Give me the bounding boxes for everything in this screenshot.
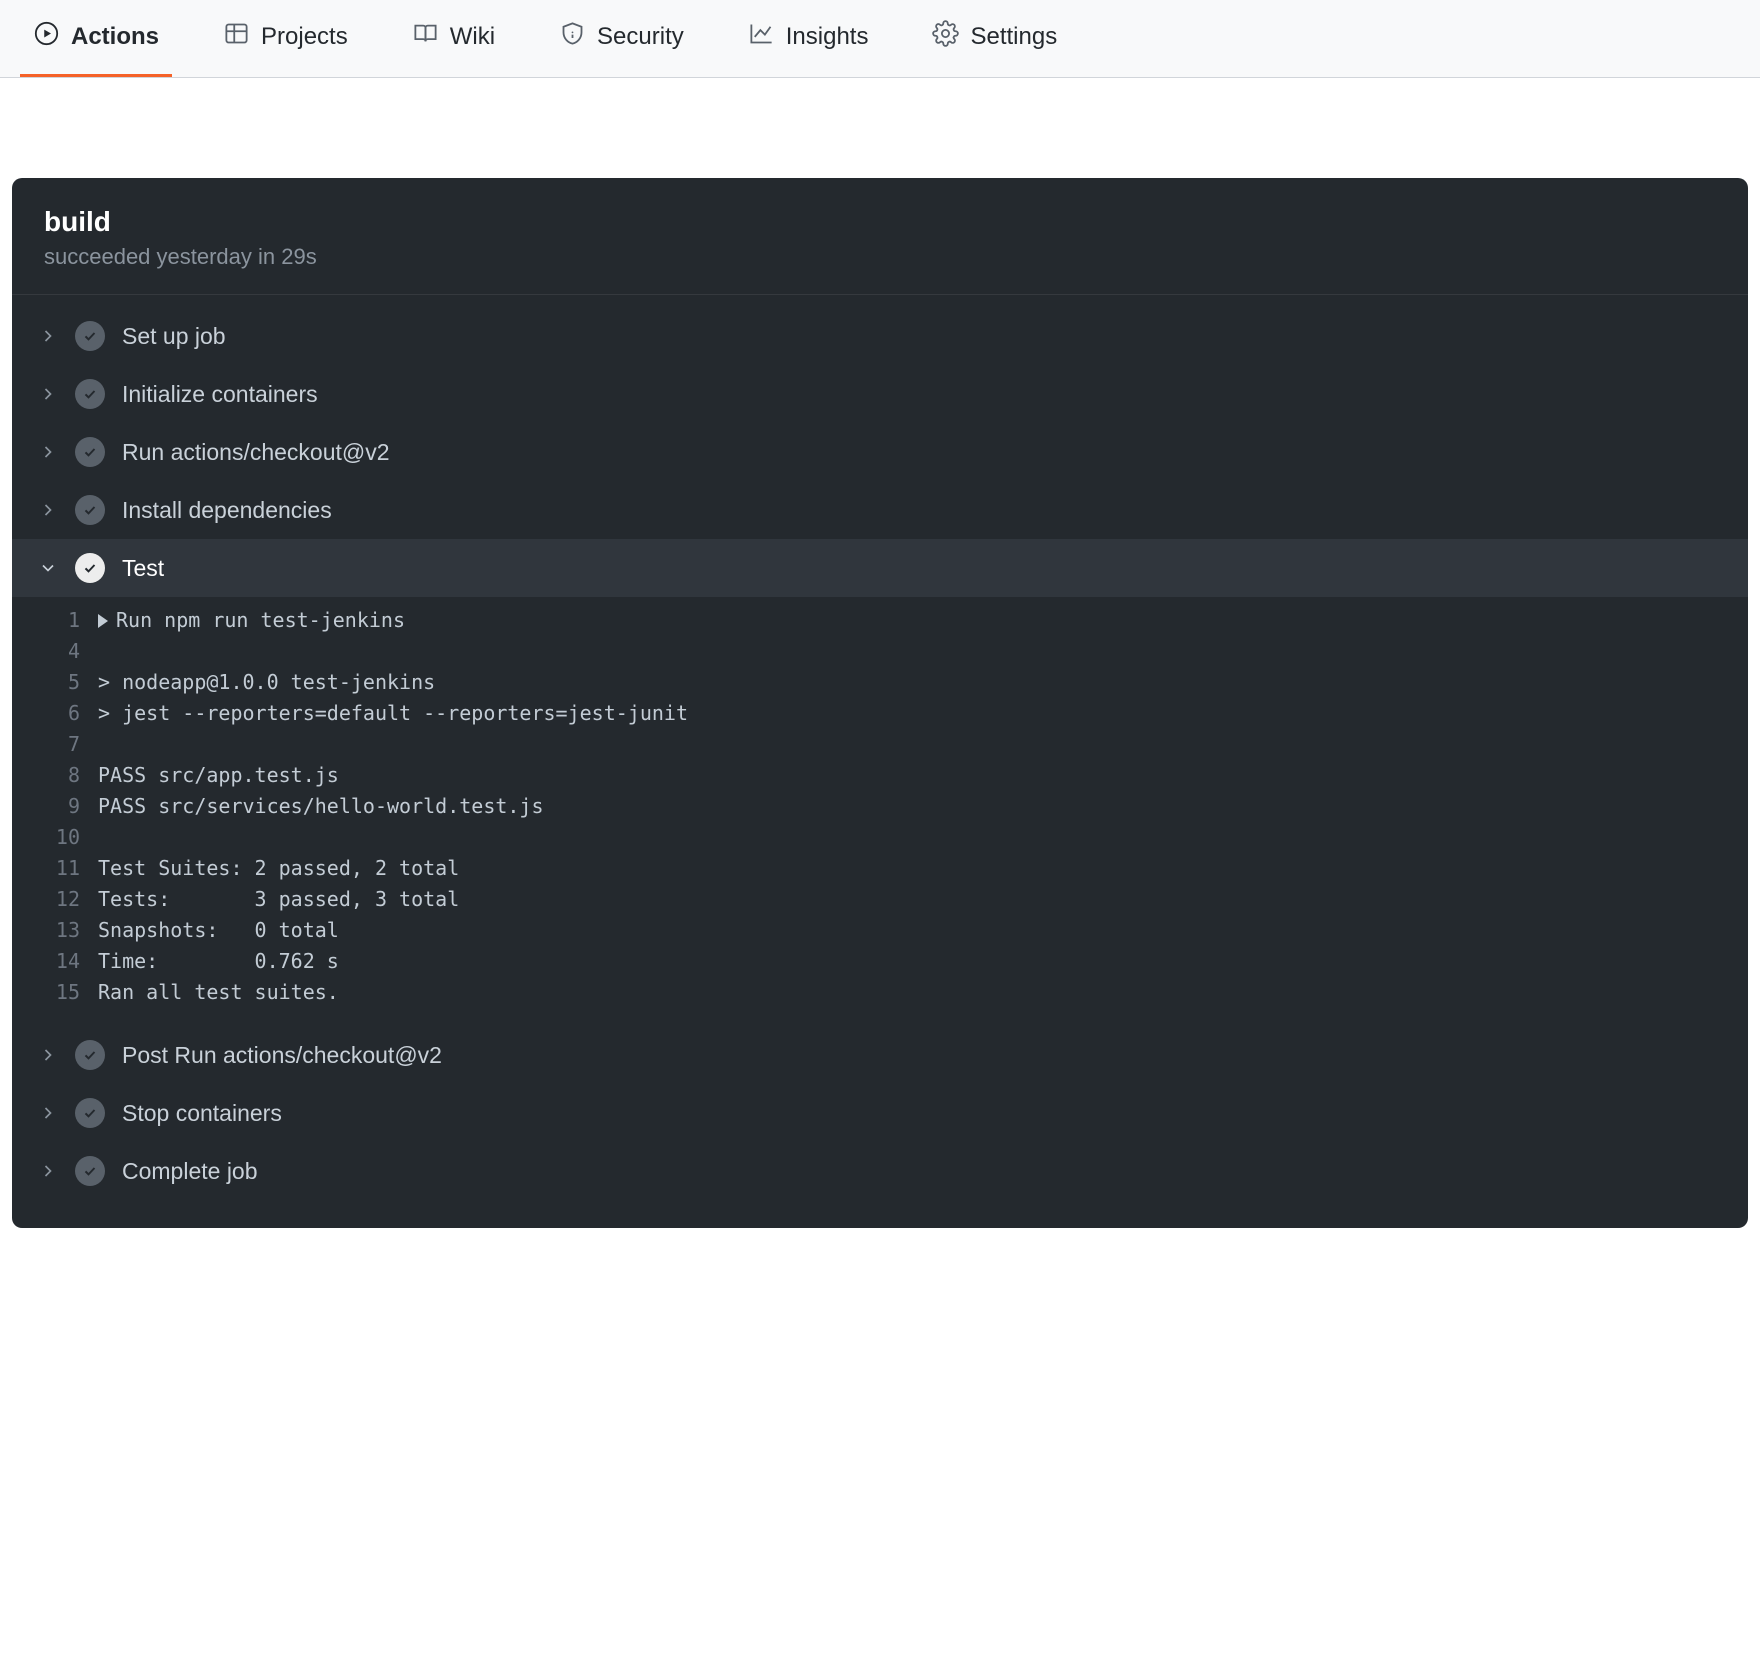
step-list: Set up job Initialize containers Run act… — [12, 295, 1748, 1228]
log-line-number: 10 — [38, 822, 98, 853]
log-line: 14 Time: 0.762 s — [12, 946, 1748, 977]
repo-nav: Actions Projects Wiki Security Insights … — [0, 0, 1760, 78]
log-line: 8 PASS src/app.test.js — [12, 760, 1748, 791]
step-set-up-job[interactable]: Set up job — [12, 307, 1748, 365]
step-label: Install dependencies — [122, 497, 332, 524]
check-circle-icon — [75, 321, 105, 351]
log-line-number: 8 — [38, 760, 98, 791]
shield-icon — [559, 20, 586, 54]
log-line-text: > nodeapp@1.0.0 test-jenkins — [98, 667, 435, 698]
log-line-number: 11 — [38, 853, 98, 884]
check-circle-icon — [75, 1098, 105, 1128]
chevron-right-icon — [38, 1103, 58, 1123]
check-circle-icon — [75, 437, 105, 467]
caret-right-icon — [98, 614, 108, 628]
step-stop-containers[interactable]: Stop containers — [12, 1084, 1748, 1142]
log-line-text: Time: 0.762 s — [98, 946, 339, 977]
job-panel: build succeeded yesterday in 29s Set up … — [12, 178, 1748, 1228]
check-circle-icon — [75, 379, 105, 409]
table-icon — [223, 20, 250, 54]
check-circle-icon — [75, 1040, 105, 1070]
chevron-down-icon — [38, 558, 58, 578]
log-line: 12 Tests: 3 passed, 3 total — [12, 884, 1748, 915]
chevron-right-icon — [38, 326, 58, 346]
log-line: 13 Snapshots: 0 total — [12, 915, 1748, 946]
book-open-icon — [412, 20, 439, 54]
check-circle-icon — [75, 1156, 105, 1186]
step-label: Complete job — [122, 1158, 258, 1185]
log-line-number: 5 — [38, 667, 98, 698]
graph-icon — [748, 20, 775, 54]
log-line-number: 4 — [38, 636, 98, 667]
step-test[interactable]: Test — [12, 539, 1748, 597]
tab-insights[interactable]: Insights — [735, 0, 882, 77]
step-label: Run actions/checkout@v2 — [122, 439, 390, 466]
log-line-number: 15 — [38, 977, 98, 1008]
log-line: 15 Ran all test suites. — [12, 977, 1748, 1008]
tab-label: Wiki — [450, 23, 495, 51]
log-line: 6 > jest --reporters=default --reporters… — [12, 698, 1748, 729]
check-circle-icon — [75, 495, 105, 525]
chevron-right-icon — [38, 442, 58, 462]
log-line-text: Ran all test suites. — [98, 977, 339, 1008]
log-line-number: 1 — [38, 605, 98, 636]
log-line: 5 > nodeapp@1.0.0 test-jenkins — [12, 667, 1748, 698]
log-line-text: > jest --reporters=default --reporters=j… — [98, 698, 688, 729]
log-line-text: Snapshots: 0 total — [98, 915, 339, 946]
log-line-text: Test Suites: 2 passed, 2 total — [98, 853, 459, 884]
tab-wiki[interactable]: Wiki — [399, 0, 508, 77]
step-complete-job[interactable]: Complete job — [12, 1142, 1748, 1200]
job-subtitle: succeeded yesterday in 29s — [44, 244, 1716, 270]
job-title: build — [44, 206, 1716, 238]
gear-icon — [932, 20, 959, 54]
tab-label: Projects — [261, 23, 348, 51]
tab-actions[interactable]: Actions — [20, 0, 172, 77]
log-line: 11 Test Suites: 2 passed, 2 total — [12, 853, 1748, 884]
play-circle-icon — [33, 20, 60, 54]
log-line-number: 14 — [38, 946, 98, 977]
log-line-text: PASS src/app.test.js — [98, 760, 339, 791]
step-label: Post Run actions/checkout@v2 — [122, 1042, 442, 1069]
job-header: build succeeded yesterday in 29s — [12, 178, 1748, 295]
log-line: 7 — [12, 729, 1748, 760]
log-line: 9 PASS src/services/hello-world.test.js — [12, 791, 1748, 822]
log-line-number: 9 — [38, 791, 98, 822]
step-install-dependencies[interactable]: Install dependencies — [12, 481, 1748, 539]
tab-label: Settings — [970, 23, 1057, 51]
log-line: 10 — [12, 822, 1748, 853]
tab-label: Actions — [71, 23, 159, 51]
log-output: 1 Run npm run test-jenkins 4 5 > nodeapp… — [12, 597, 1748, 1026]
log-line-text: Tests: 3 passed, 3 total — [98, 884, 459, 915]
log-line-number: 6 — [38, 698, 98, 729]
chevron-right-icon — [38, 1161, 58, 1181]
log-line-text: PASS src/services/hello-world.test.js — [98, 791, 544, 822]
tab-security[interactable]: Security — [546, 0, 697, 77]
tab-label: Security — [597, 23, 684, 51]
tab-label: Insights — [786, 23, 869, 51]
step-label: Initialize containers — [122, 381, 318, 408]
tab-settings[interactable]: Settings — [919, 0, 1070, 77]
log-line: 4 — [12, 636, 1748, 667]
log-line-number: 13 — [38, 915, 98, 946]
step-label: Set up job — [122, 323, 226, 350]
chevron-right-icon — [38, 500, 58, 520]
chevron-right-icon — [38, 1045, 58, 1065]
log-line-number: 12 — [38, 884, 98, 915]
log-line-number: 7 — [38, 729, 98, 760]
step-post-run-actions-checkout[interactable]: Post Run actions/checkout@v2 — [12, 1026, 1748, 1084]
step-label: Stop containers — [122, 1100, 282, 1127]
step-initialize-containers[interactable]: Initialize containers — [12, 365, 1748, 423]
tab-projects[interactable]: Projects — [210, 0, 361, 77]
log-line: 1 Run npm run test-jenkins — [12, 605, 1748, 636]
log-line-text[interactable]: Run npm run test-jenkins — [98, 605, 405, 636]
step-run-actions-checkout[interactable]: Run actions/checkout@v2 — [12, 423, 1748, 481]
chevron-right-icon — [38, 384, 58, 404]
step-label: Test — [122, 555, 164, 582]
check-circle-icon — [75, 553, 105, 583]
